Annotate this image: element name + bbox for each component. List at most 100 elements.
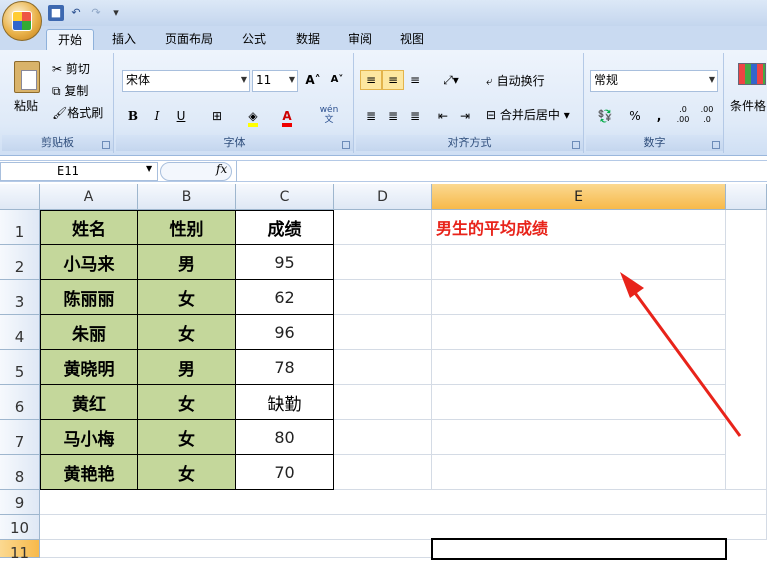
cell-b4[interactable]: 女 xyxy=(138,315,236,350)
row-header-6[interactable]: 6 xyxy=(0,385,40,420)
italic-button[interactable]: I xyxy=(146,106,168,126)
copy-button[interactable]: ⧉ 复制 xyxy=(52,82,88,100)
increase-indent-button[interactable]: ⇥ xyxy=(454,106,476,126)
row-header-1[interactable]: 1 xyxy=(0,210,40,245)
row-9-cells[interactable] xyxy=(40,490,767,515)
alignment-launcher-icon[interactable] xyxy=(572,141,580,149)
row-header-8[interactable]: 8 xyxy=(0,455,40,490)
number-launcher-icon[interactable] xyxy=(712,141,720,149)
cell-a6[interactable]: 黄红 xyxy=(40,385,138,420)
column-header-b[interactable]: B xyxy=(138,184,236,210)
cell-d6[interactable] xyxy=(334,385,432,420)
conditional-format-button[interactable]: 条件格 xyxy=(730,97,766,115)
shrink-font-button[interactable]: A˅ xyxy=(326,70,348,90)
merge-center-button[interactable]: ⊟ 合并后居中 ▾ xyxy=(486,106,570,124)
cell-d8[interactable] xyxy=(334,455,432,490)
cell-d2[interactable] xyxy=(334,245,432,280)
increase-decimal-button[interactable]: .0 .00 xyxy=(672,104,694,124)
column-header-a[interactable]: A xyxy=(40,184,138,210)
row-header-7[interactable]: 7 xyxy=(0,420,40,455)
font-color-button[interactable]: A xyxy=(276,106,298,127)
tab-page-layout[interactable]: 页面布局 xyxy=(158,29,220,50)
chevron-down-icon[interactable]: ▼ xyxy=(146,164,152,173)
cell-b6[interactable]: 女 xyxy=(138,385,236,420)
tab-view[interactable]: 视图 xyxy=(392,29,432,50)
font-size-select[interactable]: 11 ▼ xyxy=(252,70,298,92)
align-bottom-button[interactable]: ≡ xyxy=(404,70,426,90)
row-header-3[interactable]: 3 xyxy=(0,280,40,315)
column-header-e[interactable]: E xyxy=(432,184,726,210)
tab-formulas[interactable]: 公式 xyxy=(234,29,274,50)
align-center-button[interactable]: ≣ xyxy=(382,106,404,126)
save-icon[interactable]: ■ xyxy=(48,5,64,21)
cell-e11-active[interactable] xyxy=(431,538,727,560)
align-right-button[interactable]: ≣ xyxy=(404,106,426,126)
align-left-button[interactable]: ≣ xyxy=(360,106,382,126)
bold-button[interactable]: B xyxy=(122,106,144,126)
wrap-text-button[interactable]: ⤶ 自动换行 xyxy=(486,72,545,90)
orientation-button[interactable]: ⤢▾ xyxy=(436,70,466,90)
grow-font-button[interactable]: A˄ xyxy=(302,70,324,90)
clipboard-launcher-icon[interactable] xyxy=(102,141,110,149)
comma-button[interactable]: , xyxy=(648,106,670,126)
cell-c8[interactable]: 70 xyxy=(236,455,334,490)
paste-button[interactable]: 粘贴 xyxy=(14,97,38,115)
cell-a1[interactable]: 姓名 xyxy=(40,210,138,245)
cell-a2[interactable]: 小马来 xyxy=(40,245,138,280)
row-10-cells[interactable] xyxy=(40,515,767,540)
cell-b7[interactable]: 女 xyxy=(138,420,236,455)
conditional-format-icon[interactable] xyxy=(738,63,766,85)
percent-button[interactable]: % xyxy=(624,106,646,126)
cell-c7[interactable]: 80 xyxy=(236,420,334,455)
cut-button[interactable]: ✂ 剪切 xyxy=(52,60,90,78)
font-launcher-icon[interactable] xyxy=(342,141,350,149)
cell-b8[interactable]: 女 xyxy=(138,455,236,490)
cell-d4[interactable] xyxy=(334,315,432,350)
formula-input[interactable] xyxy=(236,161,767,182)
row-header-4[interactable]: 4 xyxy=(0,315,40,350)
decrease-decimal-button[interactable]: .00 .0 xyxy=(696,104,718,124)
row-header-11[interactable]: 11 xyxy=(0,540,40,562)
cell-d5[interactable] xyxy=(334,350,432,385)
row-header-5[interactable]: 5 xyxy=(0,350,40,385)
cell-b5[interactable]: 男 xyxy=(138,350,236,385)
decrease-indent-button[interactable]: ⇤ xyxy=(432,106,454,126)
row-header-10[interactable]: 10 xyxy=(0,515,40,540)
borders-button[interactable]: ⊞ xyxy=(206,106,228,126)
align-top-button[interactable]: ≡ xyxy=(360,70,382,90)
number-format-select[interactable]: 常规 ▼ xyxy=(590,70,718,92)
cell-d3[interactable] xyxy=(334,280,432,315)
cell-d1[interactable] xyxy=(334,210,432,245)
cell-b3[interactable]: 女 xyxy=(138,280,236,315)
cell-c5[interactable]: 78 xyxy=(236,350,334,385)
tab-review[interactable]: 审阅 xyxy=(340,29,380,50)
undo-icon[interactable]: ↶ xyxy=(68,5,84,21)
accounting-format-button[interactable]: 💱 xyxy=(590,106,620,126)
column-header-c[interactable]: C xyxy=(236,184,334,210)
paste-icon[interactable] xyxy=(14,61,40,93)
row-header-2[interactable]: 2 xyxy=(0,245,40,280)
cell-e1[interactable]: 男生的平均成绩 xyxy=(432,210,726,245)
cell-c1[interactable]: 成绩 xyxy=(236,210,334,245)
column-header-d[interactable]: D xyxy=(334,184,432,210)
cell-d7[interactable] xyxy=(334,420,432,455)
fx-icon[interactable]: fx xyxy=(216,162,227,176)
fill-color-button[interactable]: ◈ xyxy=(242,106,264,127)
name-box[interactable]: E11 xyxy=(0,162,158,181)
cell-c2[interactable]: 95 xyxy=(236,245,334,280)
column-header-f[interactable] xyxy=(726,184,767,210)
cell-a3[interactable]: 陈丽丽 xyxy=(40,280,138,315)
cell-a4[interactable]: 朱丽 xyxy=(40,315,138,350)
tab-insert[interactable]: 插入 xyxy=(104,29,144,50)
underline-button[interactable]: U xyxy=(170,106,192,126)
phonetic-button[interactable]: wén 文 xyxy=(314,104,344,128)
cell-b2[interactable]: 男 xyxy=(138,245,236,280)
tab-home[interactable]: 开始 xyxy=(46,29,94,50)
tab-data[interactable]: 数据 xyxy=(288,29,328,50)
cell-a5[interactable]: 黄晓明 xyxy=(40,350,138,385)
align-middle-button[interactable]: ≡ xyxy=(382,70,404,90)
cell-b1[interactable]: 性别 xyxy=(138,210,236,245)
cell-c3[interactable]: 62 xyxy=(236,280,334,315)
cell-a7[interactable]: 马小梅 xyxy=(40,420,138,455)
cell-c4[interactable]: 96 xyxy=(236,315,334,350)
